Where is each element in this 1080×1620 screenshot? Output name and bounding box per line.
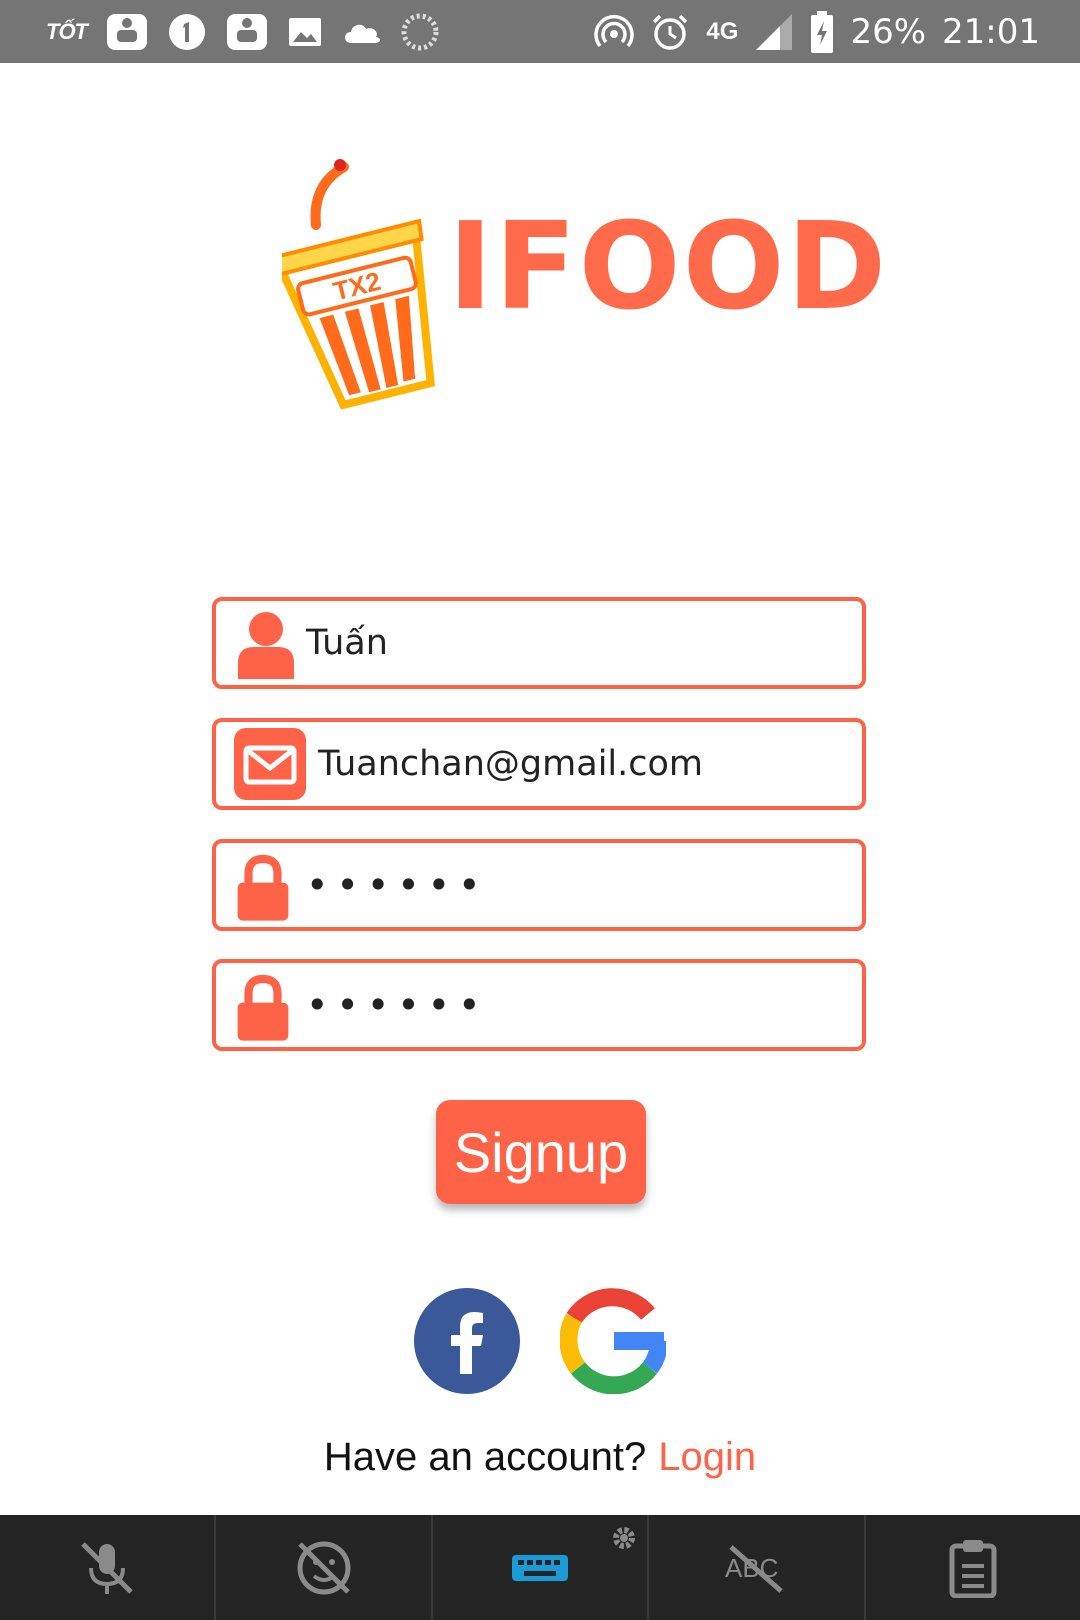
alarm-icon bbox=[653, 14, 688, 50]
confirm-password-value: •••••• bbox=[306, 983, 489, 1027]
hotspot-icon bbox=[594, 14, 635, 47]
lock-icon bbox=[237, 854, 289, 921]
piggy-bank-icon bbox=[227, 13, 267, 50]
confirm-password-field[interactable]: •••••• bbox=[212, 959, 866, 1051]
clipboard-icon bbox=[949, 1539, 997, 1598]
signal-icon bbox=[756, 13, 793, 50]
loading-icon bbox=[401, 13, 439, 50]
status-bar: TỐT 4G 26% 21:01 bbox=[0, 0, 1080, 63]
network-type: 4G bbox=[706, 17, 739, 45]
status-bar-right: 4G 26% 21:01 bbox=[594, 0, 1040, 63]
battery-charging-icon bbox=[811, 10, 834, 53]
mic-off-icon bbox=[81, 1541, 133, 1594]
gear-icon[interactable] bbox=[609, 1523, 639, 1553]
keyboard-toolbar: ABC bbox=[0, 1515, 1080, 1620]
have-account-row: Have an account? Login bbox=[0, 1435, 1080, 1480]
email-icon bbox=[234, 728, 306, 800]
drink-cup-icon: TX2 bbox=[282, 159, 435, 410]
logo-wordmark: IFOOD bbox=[448, 198, 889, 337]
battery-percent: 26% bbox=[850, 11, 927, 52]
carrier-label: TỐT bbox=[46, 18, 88, 44]
password-field[interactable]: •••••• bbox=[212, 839, 866, 931]
have-account-prompt: Have an account? bbox=[323, 1435, 647, 1479]
password-value: •••••• bbox=[306, 863, 489, 907]
email-value: Tuanchan@gmail.com bbox=[318, 744, 704, 784]
email-field[interactable]: Tuanchan@gmail.com bbox=[212, 718, 866, 810]
signup-button[interactable]: Signup bbox=[436, 1100, 646, 1204]
clock-time: 21:01 bbox=[942, 11, 1040, 52]
lock-icon bbox=[237, 974, 289, 1041]
piggy-bank-icon bbox=[107, 13, 147, 50]
voice-input-button[interactable] bbox=[0, 1515, 217, 1620]
google-icon[interactable] bbox=[560, 1288, 666, 1394]
keyboard-icon bbox=[512, 1554, 569, 1581]
spellcheck-off-icon: ABC bbox=[725, 1544, 784, 1593]
emoji-off-icon bbox=[297, 1541, 351, 1594]
login-link[interactable]: Login bbox=[658, 1435, 756, 1479]
image-icon bbox=[289, 17, 321, 46]
notification-one-icon bbox=[169, 13, 205, 50]
name-value: Tuấn bbox=[306, 623, 388, 663]
emoji-button[interactable] bbox=[216, 1515, 433, 1620]
clipboard-button[interactable] bbox=[866, 1515, 1080, 1620]
name-field[interactable]: Tuấn bbox=[212, 597, 866, 689]
facebook-icon[interactable] bbox=[414, 1288, 520, 1394]
user-icon bbox=[238, 612, 294, 679]
signup-screen: TX2 IFOOD Tuấn Tuanchan@gmail.com ••••••… bbox=[0, 63, 1080, 1515]
spellcheck-button[interactable]: ABC bbox=[649, 1515, 866, 1620]
status-bar-left: TỐT bbox=[46, 0, 439, 63]
keyboard-button[interactable] bbox=[433, 1515, 650, 1620]
cloud-icon bbox=[345, 24, 381, 43]
